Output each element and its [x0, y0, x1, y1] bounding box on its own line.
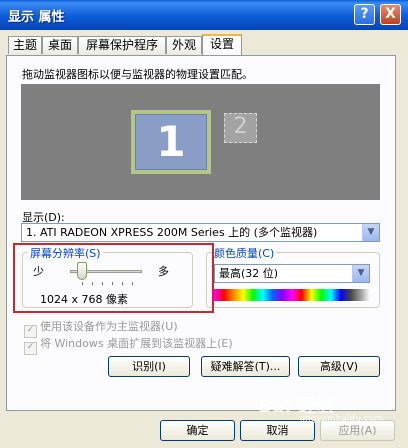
ok-button[interactable]: 确定 [160, 420, 235, 441]
advanced-button[interactable]: 高级(V) [298, 356, 380, 377]
watermark-url: jingyan.baidu.com [300, 414, 384, 424]
checkbox-icon: ✓ [24, 342, 37, 355]
identify-button[interactable]: 识别(I) [108, 356, 190, 377]
color-quality-legend: 颜色质量(C) [212, 245, 277, 261]
close-icon: X [385, 6, 396, 22]
tab-settings[interactable]: 设置 [202, 34, 242, 56]
chevron-down-icon[interactable]: ▼ [362, 224, 379, 241]
tab-themes[interactable]: 主题 [8, 36, 42, 54]
monitor-1-label: 1 [135, 114, 207, 170]
display-value: 1. ATI RADEON XPRESS 200M Series 上的 (多个监… [26, 226, 318, 239]
tab-appearance[interactable]: 外观 [166, 36, 202, 54]
display-dropdown[interactable]: 1. ATI RADEON XPRESS 200M Series 上的 (多个监… [21, 223, 380, 242]
checkbox-extend-label: 将 Windows 桌面扩展到该监视器上(E) [40, 337, 233, 350]
instruction-text: 拖动监视器图标以便与监视器的物理设置匹配。 [22, 68, 253, 81]
window-title: 显示 属性 [8, 10, 65, 25]
troubleshoot-button[interactable]: 疑难解答(T)... [201, 356, 290, 377]
monitor-2-icon[interactable]: 2 [224, 113, 257, 143]
color-quality-value: 最高(32 位) [219, 267, 279, 280]
color-spectrum-bar [214, 289, 370, 301]
chevron-down-icon[interactable]: ▼ [352, 265, 369, 282]
help-icon: ? [360, 6, 369, 22]
monitor-1-icon[interactable]: 1 [131, 110, 211, 174]
close-button[interactable]: X [380, 4, 401, 25]
tab-screensaver[interactable]: 屏幕保护程序 [78, 36, 166, 54]
title-bar: 显示 属性 ? X [0, 0, 408, 30]
checkbox-extend-desktop[interactable]: ✓ 将 Windows 桌面扩展到该监视器上(E) [24, 335, 233, 355]
help-button[interactable]: ? [354, 4, 375, 25]
checkbox-primary-label: 使用该设备作为主监视器(U) [40, 320, 178, 333]
color-quality-dropdown[interactable]: 最高(32 位) ▼ [214, 264, 370, 283]
highlight-annotation-box [13, 243, 214, 313]
tab-desktop[interactable]: 桌面 [42, 36, 78, 54]
